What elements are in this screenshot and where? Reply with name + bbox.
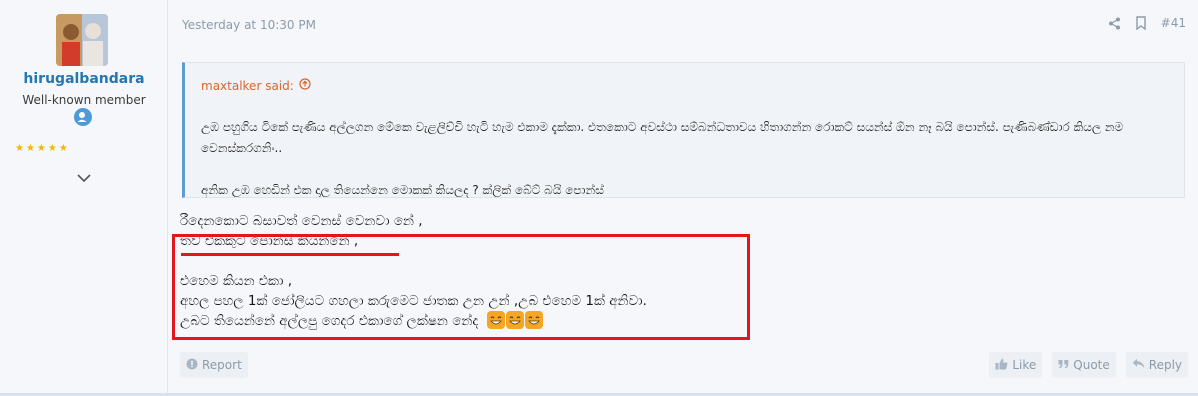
quote-paragraph: උඹ පහුගිය ටිකේ පැණිය අල්ලගන මේකෙ වැළලිච්… bbox=[201, 120, 1124, 155]
quote-button[interactable]: Quote bbox=[1052, 352, 1116, 378]
quote-author-label[interactable]: maxtalker said: bbox=[201, 79, 294, 93]
chevron-down-icon[interactable] bbox=[74, 170, 94, 186]
quote-author-link[interactable]: maxtalker said: bbox=[201, 78, 311, 93]
quote-marks-icon bbox=[1058, 358, 1069, 372]
bookmark-icon[interactable] bbox=[1135, 16, 1147, 30]
thumbs-up-icon bbox=[995, 358, 1008, 373]
post-footer-actions: Like Quote Reply bbox=[989, 352, 1188, 378]
user-info-panel: hirugalbandara Well-known member ★★★★★ bbox=[0, 0, 168, 396]
quote-label: Quote bbox=[1073, 358, 1110, 372]
reply-arrow-icon bbox=[1132, 358, 1145, 372]
quote-body: උඹ පහුගිය ටිකේ පැණිය අල්ලගන මේකෙ වැළලිච්… bbox=[201, 117, 1161, 201]
quote-block: maxtalker said: උඹ පහුගිය ටිකේ පැණිය අල්… bbox=[182, 62, 1185, 198]
post-timestamp[interactable]: Yesterday at 10:30 PM bbox=[182, 18, 316, 32]
post-number-link[interactable]: #41 bbox=[1161, 16, 1186, 30]
user-title: Well-known member bbox=[22, 93, 146, 107]
user-rating-stars: ★★★★★ bbox=[15, 143, 70, 154]
user-badge-icon[interactable] bbox=[74, 108, 92, 126]
reply-label: Reply bbox=[1148, 358, 1182, 372]
flag-icon bbox=[186, 358, 198, 373]
quote-paragraph: අනික උඹ හෙඩින් එක දාල තියෙන්නෙ මොකක් කිය… bbox=[201, 183, 604, 197]
red-underline bbox=[181, 253, 399, 256]
reply-button[interactable]: Reply bbox=[1125, 352, 1188, 378]
share-icon[interactable] bbox=[1108, 17, 1121, 30]
red-highlight-box bbox=[172, 234, 750, 340]
like-label: Like bbox=[1012, 358, 1037, 372]
like-button[interactable]: Like bbox=[989, 352, 1043, 378]
avatar[interactable] bbox=[56, 14, 108, 66]
report-label: Report bbox=[202, 358, 242, 372]
report-button[interactable]: Report bbox=[180, 352, 248, 378]
arrow-up-circle-icon[interactable] bbox=[299, 78, 311, 93]
post-line: රීදෙනකොට බසාවත් වෙනස් වෙනවා නේ , bbox=[180, 213, 423, 229]
post-main: Yesterday at 10:30 PM #41 maxtalker said… bbox=[168, 0, 1198, 396]
post-actions: #41 bbox=[1108, 16, 1186, 30]
username-link[interactable]: hirugalbandara bbox=[0, 71, 168, 87]
